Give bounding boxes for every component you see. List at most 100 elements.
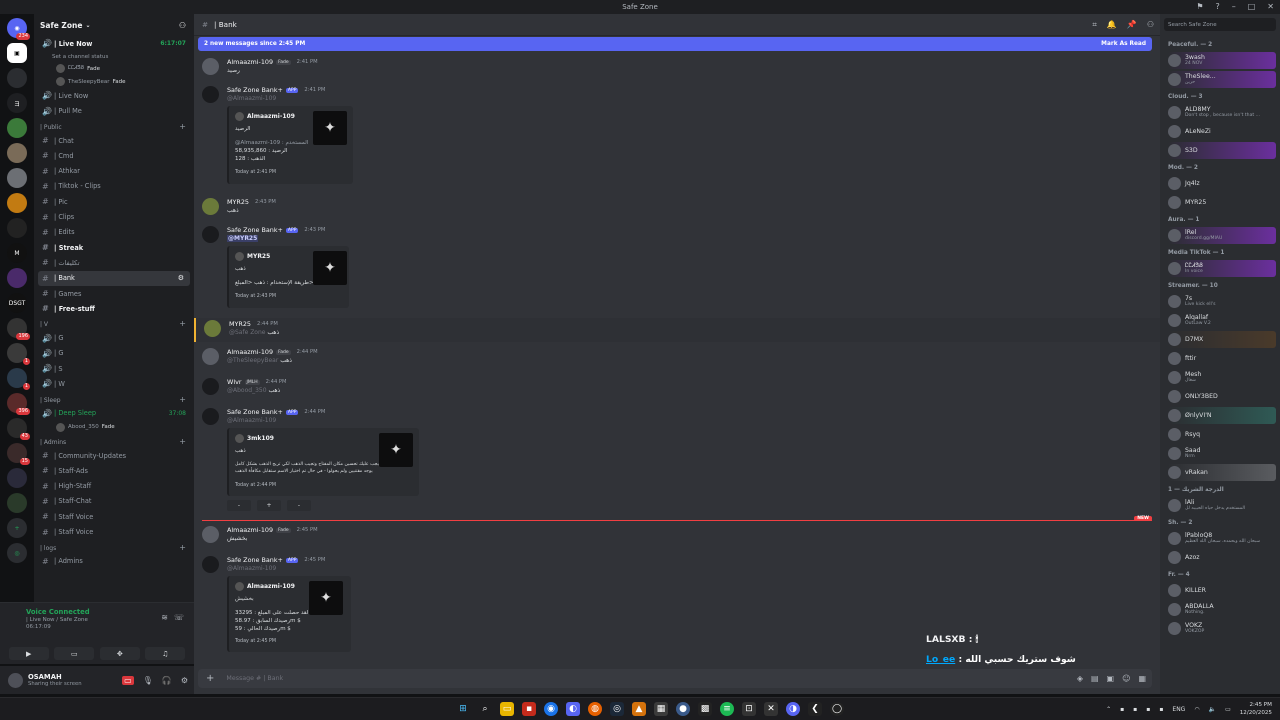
text-channel[interactable]: # | Admins: [34, 554, 194, 569]
server-icon[interactable]: [7, 193, 27, 213]
browser-icon[interactable]: ◍: [588, 702, 602, 716]
add-member-icon[interactable]: ⚇: [179, 21, 186, 30]
server-icon[interactable]: ▣: [7, 43, 27, 63]
member-item[interactable]: vRakan: [1168, 464, 1276, 481]
add-channel-icon[interactable]: +: [179, 319, 186, 328]
member-item[interactable]: Jq4lz: [1168, 175, 1276, 192]
discord-icon[interactable]: ◐: [566, 702, 580, 716]
message[interactable]: Safe Zone Bank+ APP 2:41 PM @Almaazmi-109 …: [194, 84, 1160, 190]
app-icon[interactable]: ▲: [632, 702, 646, 716]
member-item[interactable]: Alqallaf OutLaw V.2: [1168, 312, 1276, 329]
voice-user[interactable]: TheSleepyBear Fade: [34, 75, 194, 88]
app-icon[interactable]: ▪: [522, 702, 536, 716]
category-logs[interactable]: | logs +: [34, 540, 194, 554]
server-icon[interactable]: [7, 168, 27, 188]
message-composer[interactable]: + Message # | Bank ◈ ▤ ▣ ☺ ▦: [198, 669, 1152, 688]
voice-channel-live-now[interactable]: 🔊 | Live Now 6:17:07: [34, 36, 194, 51]
reply-mention[interactable]: @Almaazmi-109: [227, 417, 276, 424]
author[interactable]: Safe Zone Bank+: [227, 556, 283, 564]
search-icon[interactable]: ⌕: [478, 702, 492, 716]
text-channel[interactable]: # | Streak: [34, 240, 194, 255]
server-icon[interactable]: DSGT: [7, 293, 27, 313]
add-channel-icon[interactable]: +: [179, 122, 186, 131]
embed-button[interactable]: +: [257, 500, 281, 511]
category-sleep[interactable]: | Sleep +: [34, 392, 194, 406]
wifi-icon[interactable]: ◠: [1194, 706, 1199, 713]
text-channel[interactable]: # | Staff-Chat: [34, 494, 194, 509]
minimize-button[interactable]: –: [1232, 2, 1236, 11]
gift-icon[interactable]: ◈: [1077, 674, 1083, 683]
text-channel[interactable]: # | Free-stuff: [34, 301, 194, 316]
voice-user[interactable]: Abood_350 Fade: [34, 421, 194, 434]
avatar[interactable]: [202, 198, 219, 215]
server-icon[interactable]: 1: [7, 343, 30, 365]
start-icon[interactable]: ⊞: [456, 702, 470, 716]
member-item[interactable]: ONLY3BED: [1168, 388, 1276, 405]
bell-icon[interactable]: 🔔: [1107, 20, 1117, 30]
avatar[interactable]: [202, 526, 219, 543]
apps-icon[interactable]: ▦: [1138, 674, 1146, 683]
voice-channel[interactable]: 🔊 | G: [34, 346, 194, 361]
threads-icon[interactable]: ⌗: [1092, 20, 1097, 30]
text-channel[interactable]: # | Community-Updates: [34, 448, 194, 463]
text-channel[interactable]: # | تكليفات: [34, 255, 194, 270]
member-item[interactable]: Mesh شغال: [1168, 369, 1276, 386]
member-item[interactable]: ALeNeZi: [1168, 123, 1276, 140]
mark-as-read-button[interactable]: Mark As Read: [1101, 41, 1146, 47]
author[interactable]: Safe Zone Bank+: [227, 226, 283, 234]
discover-icon[interactable]: ◎: [7, 543, 27, 563]
server-icon[interactable]: M: [7, 243, 27, 263]
activity-button[interactable]: ✥: [99, 647, 140, 660]
voice-user[interactable]: ᏝᏝᏗᏕᏰ Fade: [34, 62, 194, 75]
message-input[interactable]: Message # | Bank: [226, 675, 283, 682]
avatar[interactable]: [202, 348, 219, 365]
member-item[interactable]: TheSlee... حزين: [1168, 71, 1276, 88]
embed-button[interactable]: -: [287, 500, 311, 511]
text-channel[interactable]: # | Games: [34, 286, 194, 301]
gear-icon[interactable]: ⚙: [181, 676, 188, 685]
tray-app-icon[interactable]: ▪: [1120, 706, 1124, 713]
member-item[interactable]: Rsyq: [1168, 426, 1276, 443]
add-channel-icon[interactable]: +: [179, 543, 186, 552]
avatar[interactable]: [202, 226, 219, 243]
member-item[interactable]: D7MX: [1168, 331, 1276, 348]
maximize-button[interactable]: □: [1248, 2, 1256, 11]
server-icon[interactable]: [7, 468, 27, 488]
reply-mention[interactable]: @Safe Zone: [229, 329, 265, 336]
app-icon[interactable]: ◯: [830, 702, 844, 716]
member-item[interactable]: ᏝᏝᏗᏕᏰ In voice: [1168, 260, 1276, 277]
language-indicator[interactable]: ENG: [1172, 706, 1185, 713]
server-icon[interactable]: 1: [7, 368, 30, 390]
chrome-icon[interactable]: ◉: [544, 702, 558, 716]
member-item[interactable]: lAli المستخدم يدخل حياه الحبيبه لل: [1168, 497, 1276, 514]
text-channel[interactable]: # | Athkar: [34, 163, 194, 178]
text-channel-bank[interactable]: # | Bank ⚙: [38, 270, 190, 286]
server-icon[interactable]: [7, 268, 27, 288]
text-channel[interactable]: # | Pic: [34, 194, 194, 209]
add-server-icon[interactable]: +: [7, 518, 27, 538]
category-public[interactable]: | Public +: [34, 119, 194, 133]
avatar[interactable]: [8, 672, 23, 688]
sticker-icon[interactable]: ▣: [1107, 674, 1115, 683]
avatar[interactable]: [202, 86, 219, 103]
author[interactable]: MYR25: [229, 320, 251, 328]
message[interactable]: Almaazmi-109 Fade 2:41 PM رصيد: [194, 56, 1160, 80]
member-item[interactable]: Saad Nrm: [1168, 445, 1276, 462]
server-icon[interactable]: 196: [7, 318, 30, 340]
text-channel[interactable]: # | Chat: [34, 133, 194, 148]
new-messages-bar[interactable]: 2 new messages since 2:45 PM Mark As Rea…: [198, 37, 1152, 51]
server-icon[interactable]: 43: [7, 418, 30, 440]
tray-app-icon[interactable]: ▪: [1159, 706, 1163, 713]
voice-channel[interactable]: 🔊 | W: [34, 376, 194, 391]
member-item[interactable]: ALD8MY Don't stop , because isn't that ..…: [1168, 104, 1276, 121]
app-icon[interactable]: ✕: [764, 702, 778, 716]
author[interactable]: Almaazmi-109: [227, 348, 273, 356]
tray-app-icon[interactable]: ▪: [1133, 706, 1137, 713]
add-channel-icon[interactable]: +: [179, 395, 186, 404]
reply-mention[interactable]: @TheSleepyBear: [227, 357, 278, 364]
direct-messages-button[interactable]: ◉ 234: [7, 18, 30, 40]
file-explorer-icon[interactable]: ▭: [500, 702, 514, 716]
avatar[interactable]: [202, 378, 219, 395]
text-channel[interactable]: # | Staff Voice: [34, 524, 194, 539]
category-admins[interactable]: | Admins +: [34, 434, 194, 448]
